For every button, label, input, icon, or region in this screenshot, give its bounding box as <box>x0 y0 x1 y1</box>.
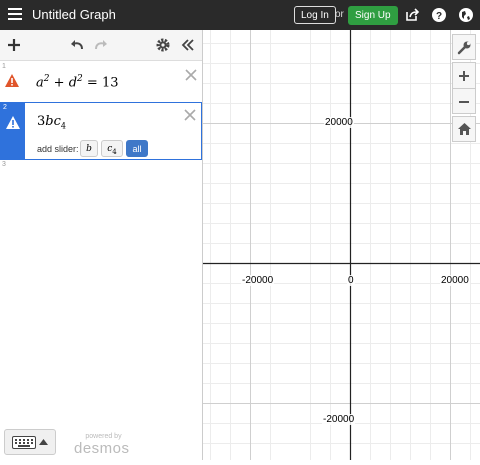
expression-row-selected[interactable]: 2 3bc4 add slider: b c4 all <box>0 102 202 160</box>
or-label: or <box>335 9 344 20</box>
wrench-icon <box>457 41 471 55</box>
y-tick-label: -20000 <box>322 414 356 425</box>
plus-icon[interactable] <box>6 37 22 53</box>
expression-gutter: 2 <box>1 103 25 159</box>
warning-icon[interactable] <box>4 73 20 88</box>
zoom-controls <box>452 62 476 114</box>
add-slider-label: add slider: <box>37 144 79 154</box>
expression-toolbar <box>0 30 202 61</box>
expression-row[interactable]: 1 a2 + d2 = 13 <box>0 62 202 103</box>
redo-icon[interactable] <box>93 37 109 53</box>
origin-label: 0 <box>347 275 355 286</box>
expression-math[interactable]: a2 + d2 = 13 <box>36 74 118 90</box>
y-tick-label: 20000 <box>324 117 354 128</box>
expression-panel: 1 a2 + d2 = 13 2 3bc4 add slider: b c4 a… <box>0 30 203 460</box>
close-icon[interactable] <box>183 108 197 122</box>
svg-text:?: ? <box>436 11 442 22</box>
zoom-out-icon[interactable] <box>458 96 470 108</box>
slider-all-button[interactable]: all <box>126 140 148 157</box>
undo-icon[interactable] <box>69 37 85 53</box>
expression-index: 2 <box>3 104 7 111</box>
graph-title[interactable]: Untitled Graph <box>32 7 116 22</box>
signup-button[interactable]: Sign Up <box>348 6 398 25</box>
keyboard-toggle-button[interactable] <box>4 429 56 455</box>
x-tick-label: -20000 <box>241 275 275 286</box>
expression-row-empty[interactable]: 3 <box>0 160 202 180</box>
globe-icon[interactable] <box>458 7 474 23</box>
powered-by-label: powered by <box>85 433 122 440</box>
settings-icon[interactable] <box>155 37 171 53</box>
home-icon <box>458 123 471 135</box>
keyboard-icon <box>12 436 36 449</box>
expression-index: 3 <box>2 161 6 168</box>
share-icon[interactable] <box>404 7 420 23</box>
desmos-logo: desmos <box>74 440 130 457</box>
chevron-up-icon <box>39 439 48 445</box>
login-button[interactable]: Log In <box>294 6 336 24</box>
warning-icon[interactable] <box>5 115 21 130</box>
help-icon[interactable]: ? <box>431 7 447 23</box>
graph-canvas[interactable]: -20000 0 20000 20000 -20000 <box>203 30 480 460</box>
close-icon[interactable] <box>184 68 198 82</box>
default-viewport-button[interactable] <box>452 116 476 142</box>
expression-math[interactable]: 3bc4 <box>37 114 66 131</box>
slider-b-button[interactable]: b <box>80 140 98 157</box>
zoom-in-icon[interactable] <box>458 70 470 82</box>
graph-settings-button[interactable] <box>452 34 476 60</box>
menu-icon[interactable] <box>8 8 22 21</box>
top-bar: Untitled Graph Log In or Sign Up ? <box>0 0 480 30</box>
expression-index: 1 <box>2 63 6 70</box>
graph-grid <box>203 30 480 460</box>
x-tick-label: 20000 <box>440 275 470 286</box>
collapse-icon[interactable] <box>180 37 196 53</box>
slider-c4-button[interactable]: c4 <box>101 140 123 157</box>
expression-gutter: 1 <box>0 62 24 102</box>
